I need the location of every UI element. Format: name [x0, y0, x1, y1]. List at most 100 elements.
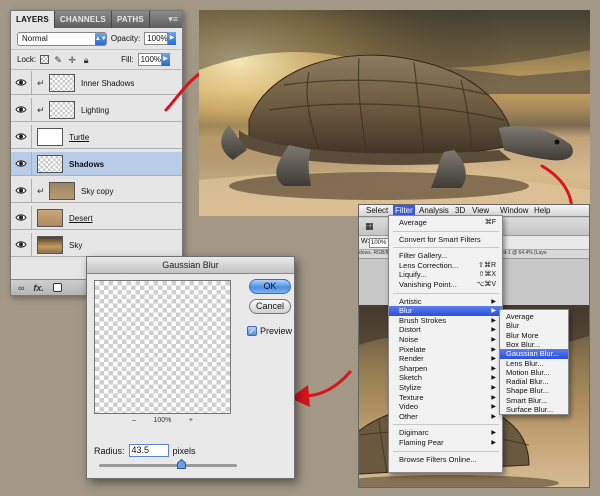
fill-field[interactable]: 100% [137, 53, 162, 66]
layer-row[interactable]: Turtle [11, 125, 182, 149]
menu-item-label: Lens Correction... [399, 260, 459, 270]
layer-thumbnail[interactable] [37, 209, 63, 227]
layer-row[interactable]: Shadows [11, 152, 182, 176]
filter-menu-item[interactable]: Convert for Smart Filters [389, 235, 502, 245]
layer-thumbnail[interactable] [49, 101, 75, 119]
submenu-arrow-icon: ▶ [491, 346, 496, 353]
menu-select[interactable]: Select [366, 205, 388, 217]
layer-thumbnail[interactable] [37, 155, 63, 173]
submenu-arrow-icon: ▶ [491, 394, 496, 401]
radius-unit: pixels [172, 445, 196, 456]
blur-preview[interactable] [94, 280, 231, 414]
submenu-arrow-icon: ▶ [491, 356, 496, 363]
layer-thumbnail[interactable] [49, 182, 75, 200]
filter-menu-item[interactable]: Noise ▶ [389, 335, 502, 345]
filter-menu-item[interactable]: Flaming Pear ▶ [389, 438, 502, 448]
menu-item-label: Average [399, 218, 427, 227]
layer-name[interactable]: Sky copy [81, 187, 113, 196]
layer-name[interactable]: Sky [69, 241, 82, 250]
menu-item-label: Artistic [399, 296, 422, 306]
panel-tabs: LAYERS CHANNELS PATHS ▾≡ [11, 11, 182, 28]
layer-row[interactable]: ↵ Inner Shadows [11, 71, 182, 95]
layer-thumbnail[interactable] [37, 236, 63, 254]
menu-help[interactable]: Help [534, 205, 550, 217]
filter-menu-item[interactable]: Filter Gallery... [389, 251, 502, 261]
filter-menu-item[interactable]: Artistic ▶ [389, 297, 502, 307]
filter-menu: Average ⌘F Convert for Smart Filters Filter… [388, 215, 503, 473]
filter-menu-item[interactable]: Stylize ▶ [389, 383, 502, 393]
visibility-eye-icon[interactable] [15, 77, 27, 88]
opacity-arrow-icon[interactable]: ▶ [168, 32, 176, 45]
radius-input[interactable]: 43.5 [128, 444, 169, 457]
layer-row[interactable]: ↵ Lighting [11, 98, 182, 122]
layer-thumbnail[interactable] [49, 74, 75, 92]
filter-menu-item[interactable]: Blur ▶ [389, 306, 502, 317]
layer-name[interactable]: Turtle [69, 133, 89, 142]
menu-item-label: Vanishing Point... [399, 280, 457, 289]
blend-mode-select[interactable]: Normal ▲▼ [17, 31, 107, 46]
zoom-in-button[interactable]: + [189, 417, 193, 427]
lock-position-icon[interactable]: ✛ [67, 55, 77, 65]
filter-menu-item[interactable]: Average ⌘F [389, 218, 502, 228]
radius-slider-thumb[interactable] [177, 459, 187, 469]
menu-shortcut: ⌥⌘V [476, 281, 496, 288]
menu-item-label: Render [399, 354, 424, 364]
menu-separator [393, 230, 499, 232]
turtle-photo [199, 10, 590, 216]
visibility-eye-icon[interactable] [15, 104, 27, 115]
opacity-field[interactable]: 100% [144, 32, 169, 45]
preview-checkbox[interactable]: ✓ [247, 326, 257, 336]
clipping-mask-icon: ↵ [37, 186, 45, 196]
cancel-button[interactable]: Cancel [249, 299, 291, 314]
filter-menu-item[interactable]: Vanishing Point... ⌥⌘V [389, 280, 502, 290]
filter-menu-item[interactable]: Other ▶ [389, 412, 502, 422]
filter-menu-item[interactable]: Texture ▶ [389, 393, 502, 403]
mask-icon[interactable] [52, 283, 62, 292]
submenu-arrow-icon: ▶ [491, 413, 496, 420]
filter-menu-item[interactable]: Render ▶ [389, 354, 502, 364]
lock-label: Lock: [17, 55, 37, 64]
visibility-eye-icon[interactable] [15, 158, 27, 169]
submenu-arrow-icon: ▶ [491, 404, 496, 411]
layer-name[interactable]: Desert [69, 214, 93, 223]
radius-slider-track[interactable] [99, 464, 237, 467]
filter-menu-item[interactable]: Distort ▶ [389, 325, 502, 335]
layer-row[interactable]: ↵ Sky copy [11, 179, 182, 203]
tab-layers[interactable]: LAYERS [11, 11, 55, 28]
tool-icon[interactable]: ▦ [365, 221, 374, 232]
tab-paths[interactable]: PATHS [112, 11, 150, 28]
menu-item-label: Noise [399, 335, 419, 344]
filter-menu-item[interactable]: Liquify... ⇧⌘X [389, 270, 502, 280]
lock-all-icon[interactable]: 🔒︎ [81, 55, 91, 65]
blur-submenu-item[interactable]: Surface Blur... [500, 405, 568, 415]
lock-pixels-icon[interactable]: ✎ [53, 55, 63, 65]
filter-menu-item[interactable]: Lens Correction... ⇧⌘R [389, 261, 502, 271]
filter-menu-item[interactable]: Brush Strokes ▶ [389, 316, 502, 326]
panel-menu-icon[interactable]: ▾≡ [164, 11, 182, 28]
fx-icon[interactable]: fx. [33, 283, 44, 293]
filter-menu-item[interactable]: Sketch ▶ [389, 373, 502, 383]
ok-button[interactable]: OK [249, 279, 291, 294]
layer-name[interactable]: Inner Shadows [81, 79, 134, 88]
layer-name[interactable]: Lighting [81, 106, 109, 115]
layer-name[interactable]: Shadows [69, 160, 104, 169]
link-icon[interactable]: ∞ [18, 283, 24, 293]
tab-channels[interactable]: CHANNELS [55, 11, 112, 28]
visibility-eye-icon[interactable] [15, 212, 27, 223]
zoom-out-button[interactable]: – [132, 417, 136, 427]
menu-window[interactable]: Window [500, 205, 528, 217]
zoom-field[interactable]: 100% [369, 238, 389, 248]
filter-menu-item[interactable]: Digimarc ▶ [389, 428, 502, 438]
visibility-eye-icon[interactable] [15, 185, 27, 196]
visibility-eye-icon[interactable] [15, 239, 27, 250]
filter-menu-item[interactable]: Pixelate ▶ [389, 345, 502, 355]
preview-checkbox-row[interactable]: ✓ Preview [247, 326, 292, 336]
lock-transparency-icon[interactable] [40, 55, 50, 64]
visibility-eye-icon[interactable] [15, 131, 27, 142]
layer-thumbnail[interactable] [37, 128, 63, 146]
layer-row[interactable]: Desert [11, 206, 182, 230]
layer-row[interactable]: Sky [11, 233, 182, 257]
filter-menu-item[interactable]: Video ▶ [389, 402, 502, 412]
filter-menu-item[interactable]: Sharpen ▶ [389, 364, 502, 374]
filter-menu-item[interactable]: Browse Filters Online... [389, 455, 502, 465]
